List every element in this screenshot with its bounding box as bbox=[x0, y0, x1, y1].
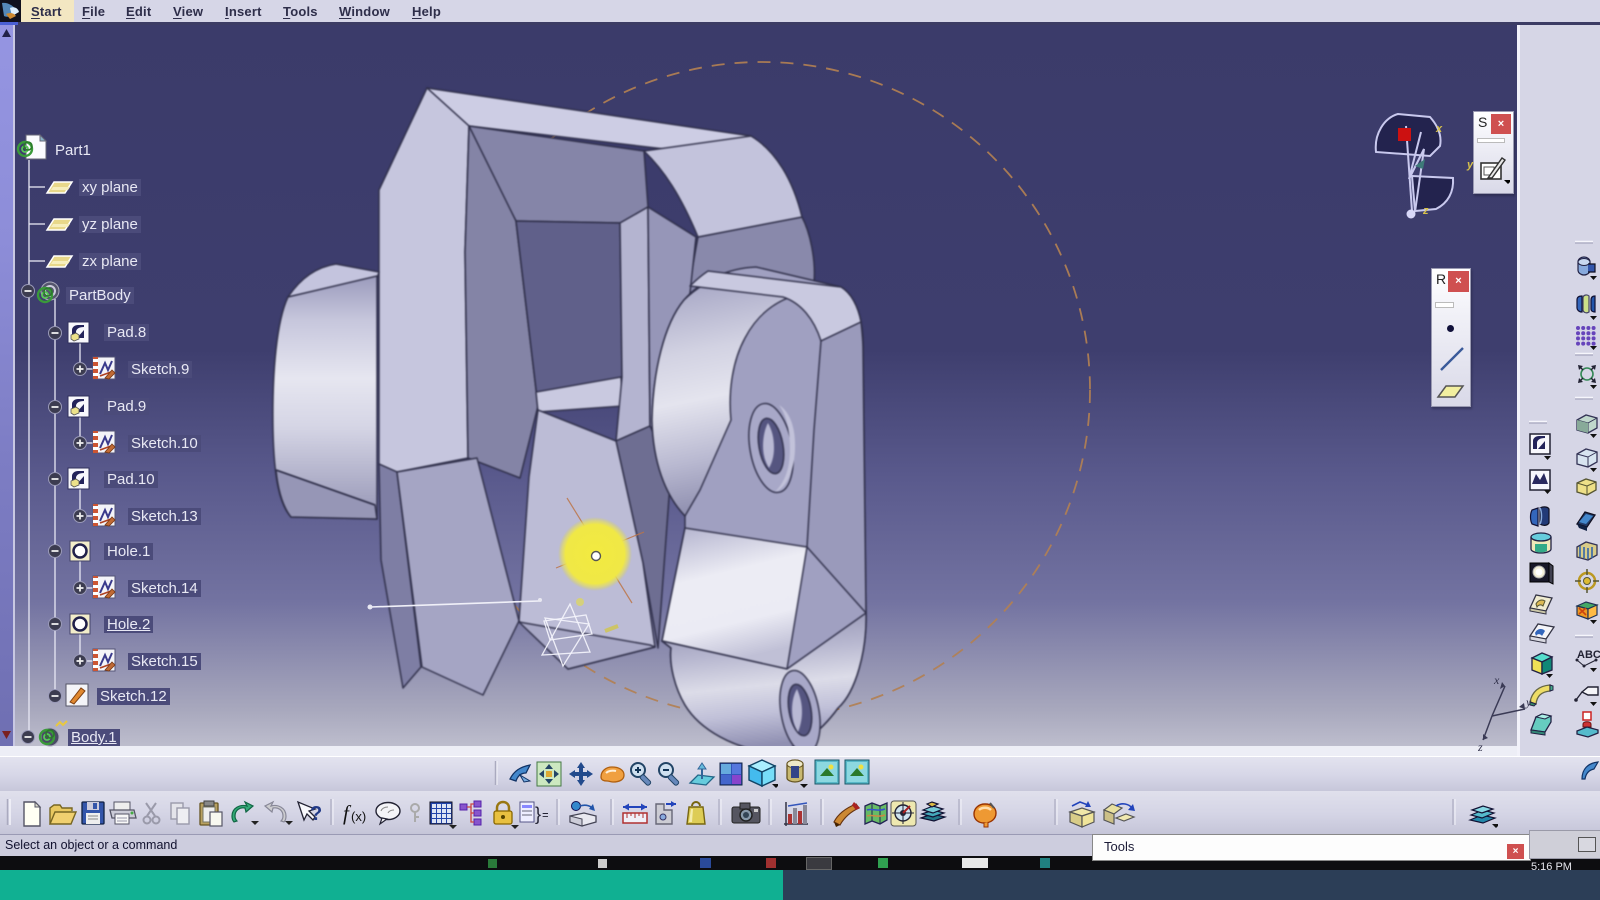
svg-text:y: y bbox=[1525, 695, 1532, 709]
svg-text:z: z bbox=[1422, 205, 1429, 217]
svg-text:x: x bbox=[1493, 673, 1500, 687]
svg-text:(x): (x) bbox=[351, 809, 366, 824]
svg-text:=: = bbox=[542, 807, 548, 822]
svg-text:x: x bbox=[1435, 123, 1443, 135]
svg-text:}: } bbox=[535, 804, 541, 824]
svg-text:?: ? bbox=[310, 803, 322, 825]
svg-text:y: y bbox=[1466, 159, 1474, 171]
svg-text:z: z bbox=[1478, 740, 1483, 752]
